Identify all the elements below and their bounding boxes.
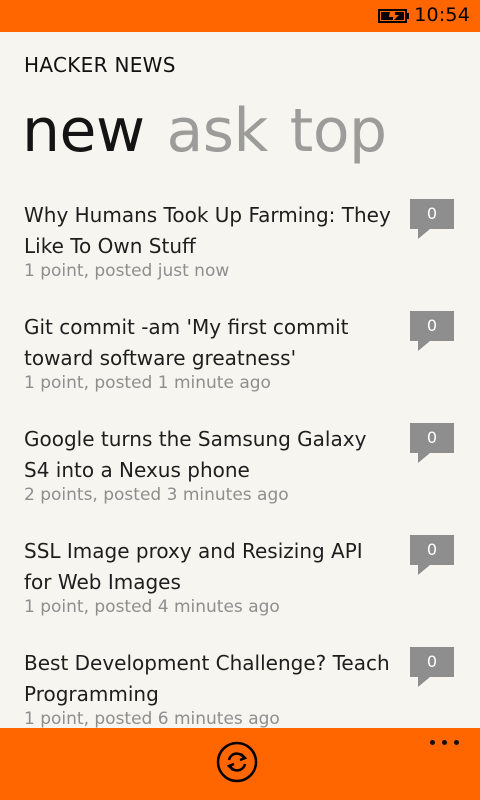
tab-top[interactable]: top xyxy=(290,92,387,170)
story-title[interactable]: Git commit -am 'My first commit toward s… xyxy=(24,312,394,374)
dot xyxy=(442,740,447,745)
refresh-icon[interactable] xyxy=(216,741,258,783)
story-title[interactable]: Why Humans Took Up Farming: They Like To… xyxy=(24,200,394,262)
story-meta: 1 point, posted 6 minutes ago xyxy=(24,709,280,728)
comment-count-badge[interactable]: 0 xyxy=(410,311,454,351)
list-item[interactable]: SSL Image proxy and Resizing API for Web… xyxy=(0,532,480,644)
pivot-headers: new ask top xyxy=(22,92,409,170)
story-meta: 1 point, posted 1 minute ago xyxy=(24,373,271,393)
status-time: 10:54 xyxy=(414,4,470,26)
story-list: Why Humans Took Up Farming: They Like To… xyxy=(0,196,480,728)
comment-count-badge[interactable]: 0 xyxy=(410,199,454,239)
story-title[interactable]: Best Development Challenge? Teach Progra… xyxy=(24,648,394,710)
list-item[interactable]: Why Humans Took Up Farming: They Like To… xyxy=(0,196,480,308)
ellipsis-icon[interactable] xyxy=(428,736,462,750)
battery-charging-icon xyxy=(378,9,409,23)
app-bar xyxy=(0,728,480,800)
list-item[interactable]: Best Development Challenge? Teach Progra… xyxy=(0,644,480,728)
comment-count-badge[interactable]: 0 xyxy=(410,647,454,687)
status-bar: 10:54 xyxy=(0,0,480,32)
app-title: HACKER NEWS xyxy=(24,53,176,77)
story-meta: 1 point, posted just now xyxy=(24,261,230,281)
story-title[interactable]: SSL Image proxy and Resizing API for Web… xyxy=(24,536,394,598)
list-item[interactable]: Google turns the Samsung Galaxy S4 into … xyxy=(0,420,480,532)
story-meta: 1 point, posted 4 minutes ago xyxy=(24,597,280,617)
tab-new[interactable]: new xyxy=(22,92,145,170)
comment-count-badge[interactable]: 0 xyxy=(410,423,454,463)
list-item[interactable]: Git commit -am 'My first commit toward s… xyxy=(0,308,480,420)
story-meta: 2 points, posted 3 minutes ago xyxy=(24,485,289,505)
dot xyxy=(430,740,435,745)
dot xyxy=(454,740,459,745)
tab-ask[interactable]: ask xyxy=(167,92,269,170)
comment-count-badge[interactable]: 0 xyxy=(410,535,454,575)
story-title[interactable]: Google turns the Samsung Galaxy S4 into … xyxy=(24,424,394,486)
